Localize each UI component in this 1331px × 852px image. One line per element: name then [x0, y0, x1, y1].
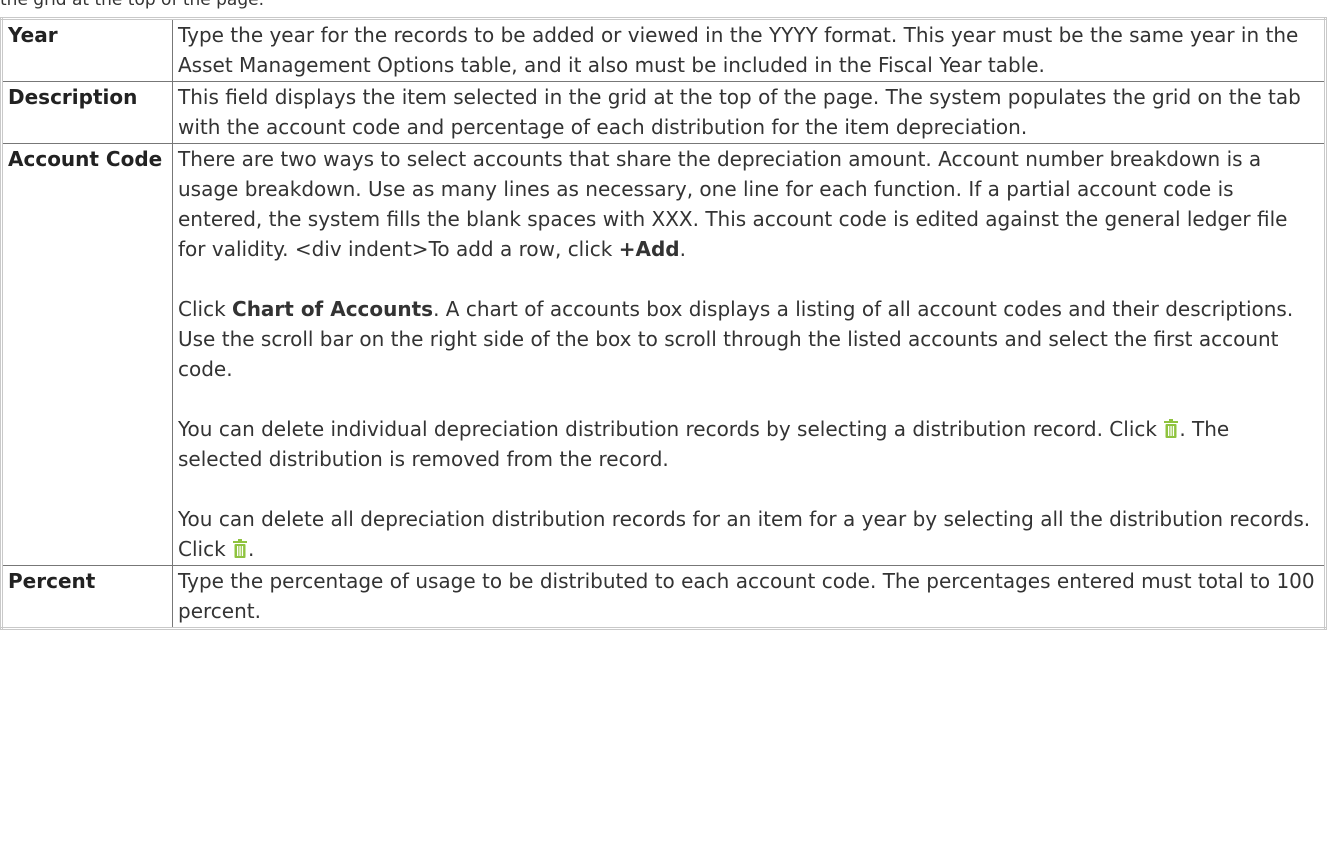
chart-of-accounts-text: Chart of Accounts [232, 297, 434, 321]
account-code-paragraph-4: You can delete all depreciation distribu… [178, 507, 1311, 561]
term-account-code: Account Code [1, 143, 173, 566]
table-row: Percent Type the percentage of usage to … [1, 565, 1326, 629]
table-row: Account Code There are two ways to selec… [1, 143, 1326, 566]
definition-description: This field displays the item selected in… [172, 81, 1326, 144]
table-row: Year Type the year for the records to be… [1, 18, 1326, 82]
trash-icon [233, 536, 248, 558]
trash-icon [1164, 416, 1179, 438]
term-year: Year [1, 18, 173, 82]
definition-account-code: There are two ways to select accounts th… [172, 143, 1326, 566]
field-definitions-table: Year Type the year for the records to be… [0, 17, 1327, 630]
definition-percent: Type the percentage of usage to be distr… [172, 565, 1326, 629]
account-code-paragraph-3: You can delete individual depreciation d… [178, 416, 1230, 471]
add-link-text: +Add [618, 237, 680, 261]
intro-text-partial: the grid at the top of the page. [0, 0, 265, 10]
term-description: Description [1, 81, 173, 144]
account-code-paragraph-2: Click Chart of Accounts. A chart of acco… [178, 297, 1294, 381]
table-row: Description This field displays the item… [1, 81, 1326, 144]
term-percent: Percent [1, 565, 173, 629]
definition-year: Type the year for the records to be adde… [172, 18, 1326, 82]
account-code-paragraph-1: There are two ways to select accounts th… [178, 147, 1288, 261]
